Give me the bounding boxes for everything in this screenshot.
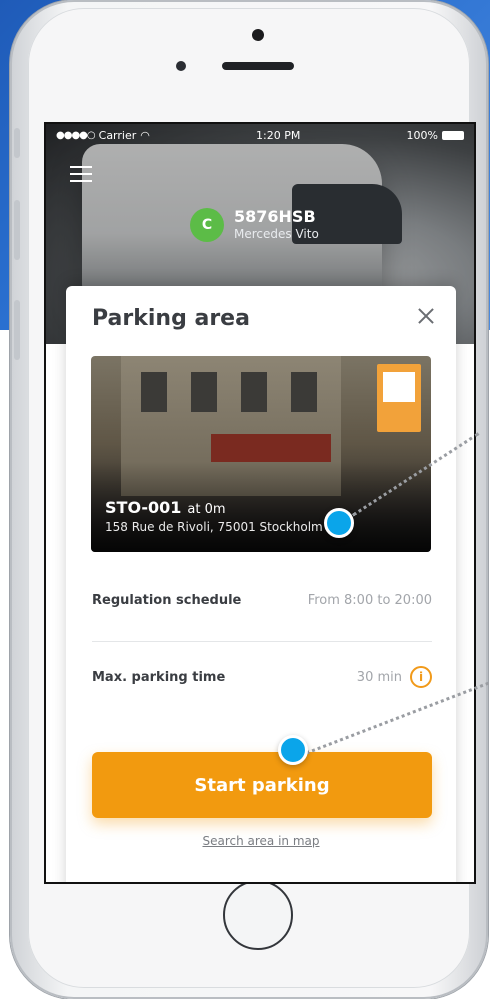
earpiece-speaker bbox=[222, 62, 294, 70]
signal-icon: ●●●●○ bbox=[56, 129, 96, 141]
front-camera bbox=[252, 29, 264, 41]
zone-distance: at 0m bbox=[187, 502, 226, 517]
vehicle-plate: 5876HSB bbox=[234, 207, 316, 226]
max-parking-time-value: 30 min bbox=[356, 669, 402, 685]
sensor bbox=[176, 61, 186, 71]
close-icon[interactable] bbox=[416, 306, 436, 326]
max-parking-time-row: Max. parking time 30 min i bbox=[92, 662, 432, 692]
vehicle-category-badge: C bbox=[190, 208, 224, 242]
status-bar: ●●●●○ Carrier ◠ 1:20 PM 100% bbox=[46, 124, 474, 146]
start-parking-button[interactable]: Start parking bbox=[92, 752, 432, 818]
info-icon[interactable]: i bbox=[410, 666, 432, 688]
annotation-marker-1 bbox=[324, 508, 354, 538]
phone-screen: ●●●●○ Carrier ◠ 1:20 PM 100% C 5876HSB M… bbox=[44, 122, 476, 884]
volume-up-button bbox=[14, 200, 20, 260]
shop-awning bbox=[211, 434, 331, 462]
hamburger-menu-icon[interactable] bbox=[70, 166, 92, 182]
mute-switch bbox=[14, 128, 20, 158]
vehicle-info[interactable]: C 5876HSB Mercedes Vito bbox=[190, 208, 319, 242]
parking-area-card: Parking area STO-001 at 0m 158 Rue de Riv… bbox=[66, 286, 456, 882]
parking-area-photo: STO-001 at 0m 158 Rue de Rivoli, 75001 St… bbox=[91, 356, 431, 552]
parking-sign-image bbox=[377, 364, 421, 432]
regulation-schedule-label: Regulation schedule bbox=[92, 592, 242, 608]
regulation-schedule-row: Regulation schedule From 8:00 to 20:00 bbox=[92, 585, 432, 615]
vehicle-model: Mercedes Vito bbox=[234, 227, 319, 241]
annotation-marker-2 bbox=[278, 735, 308, 765]
card-title: Parking area bbox=[92, 306, 250, 331]
zone-address: 158 Rue de Rivoli, 75001 Stockholm bbox=[105, 520, 323, 534]
wifi-icon: ◠ bbox=[140, 128, 150, 142]
carrier-label: Carrier bbox=[98, 128, 137, 142]
row-divider bbox=[92, 641, 432, 642]
search-area-map-link[interactable]: Search area in map bbox=[66, 834, 456, 848]
status-time: 1:20 PM bbox=[256, 128, 301, 142]
volume-down-button bbox=[14, 300, 20, 360]
max-parking-time-label: Max. parking time bbox=[92, 669, 226, 685]
battery-icon bbox=[442, 130, 464, 140]
home-button[interactable] bbox=[223, 880, 293, 950]
battery-label: 100% bbox=[406, 128, 438, 142]
zone-code: STO-001 at 0m bbox=[105, 498, 226, 517]
regulation-schedule-value: From 8:00 to 20:00 bbox=[307, 592, 432, 608]
